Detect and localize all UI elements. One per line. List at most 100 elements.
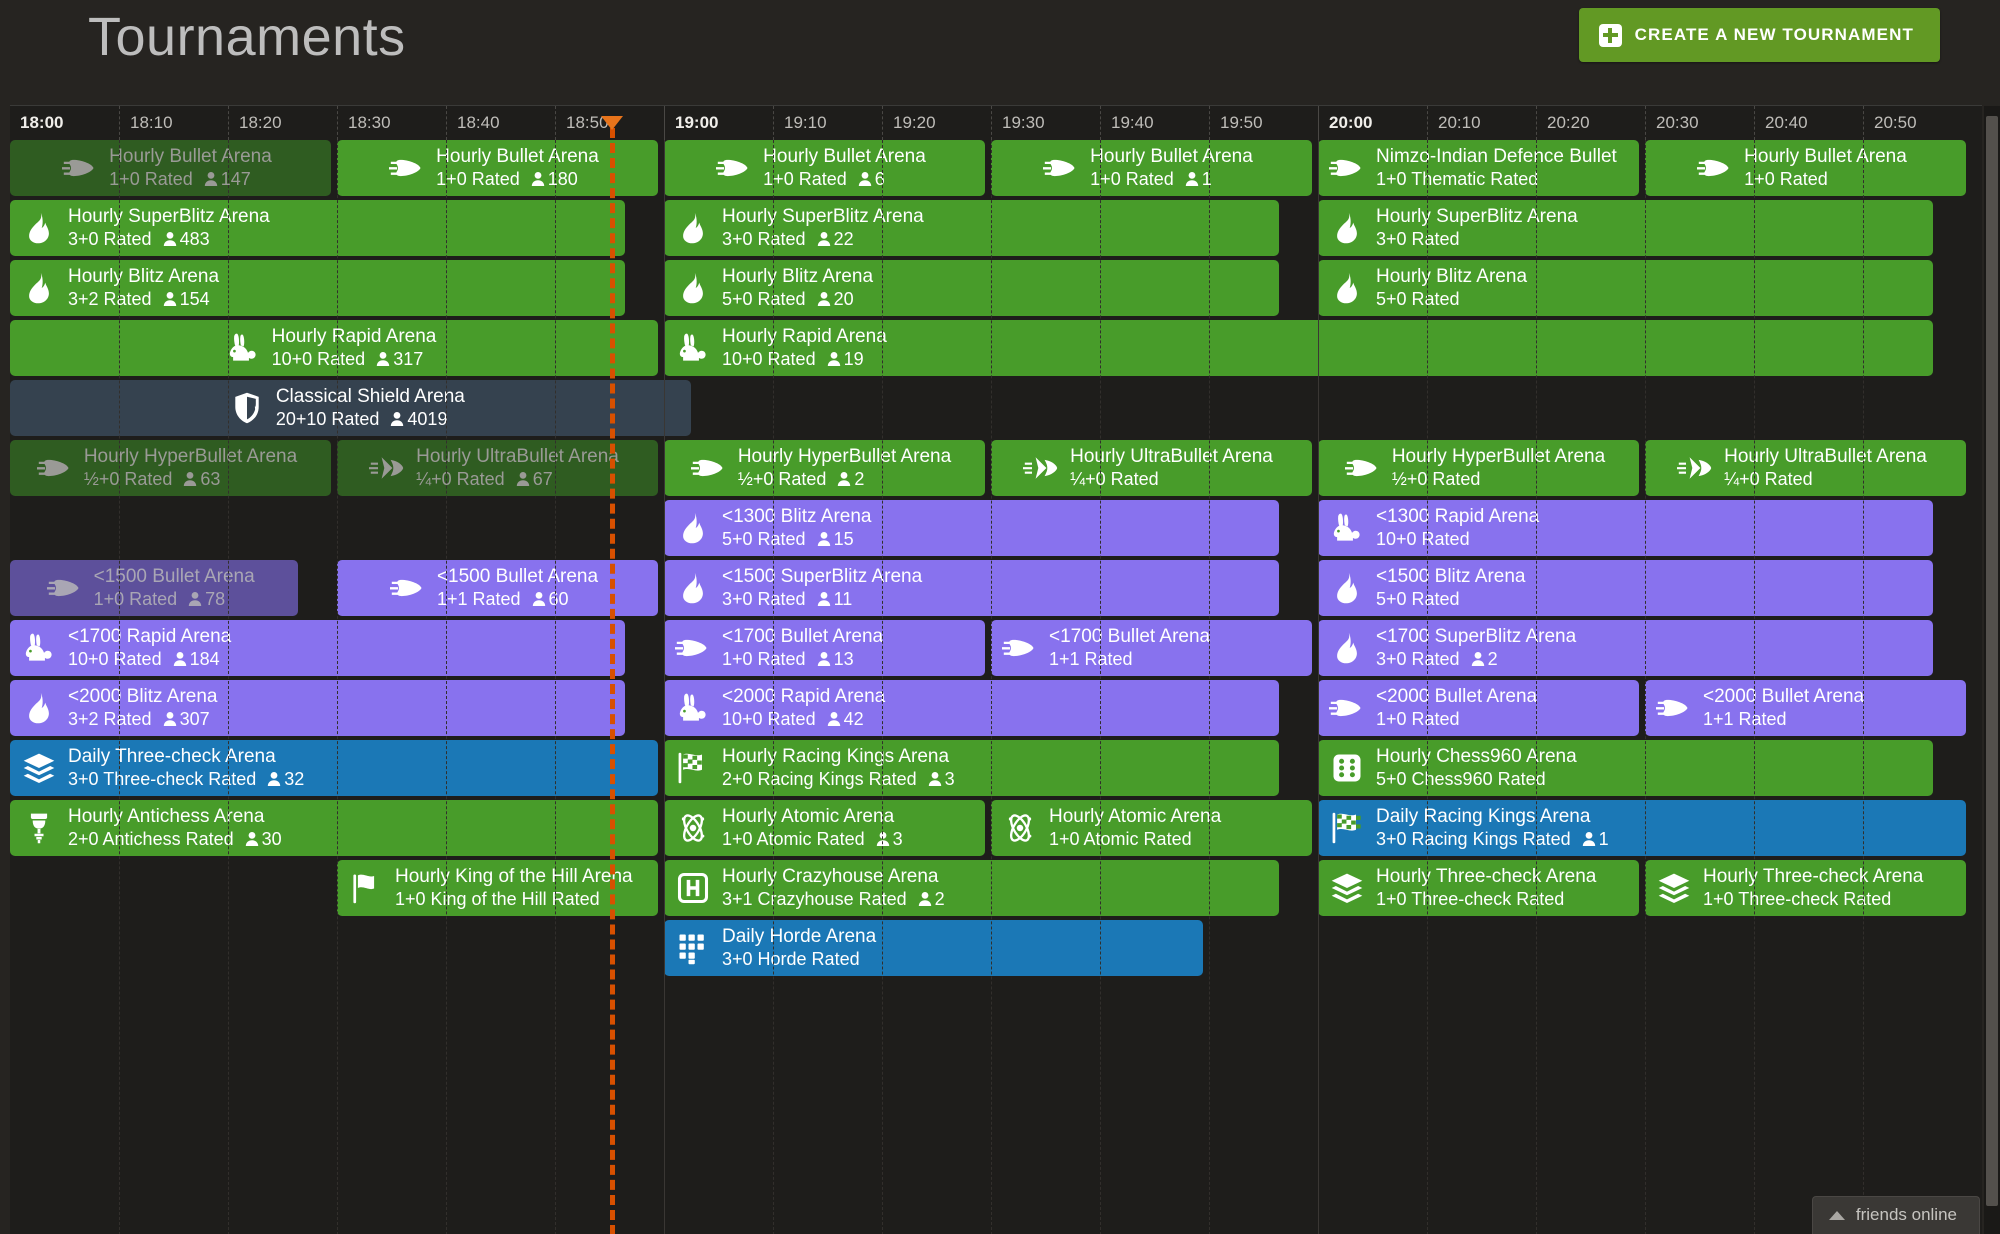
tournament-block-body: Hourly Blitz Arena 3+2 Rated 154 — [68, 266, 219, 310]
tournament-block[interactable]: Hourly SuperBlitz Arena 3+0 Rated — [1318, 200, 1934, 256]
tournament-block[interactable]: Hourly HyperBullet Arena ½+0 Rated 2 — [664, 440, 985, 496]
tournament-block[interactable]: Hourly Bullet Arena 1+0 Rated 1 — [991, 140, 1312, 196]
tournament-block[interactable]: <2000 Bullet Arena 1+0 Rated — [1318, 680, 1639, 736]
player-icon — [531, 591, 547, 607]
tournament-block[interactable]: Hourly King of the Hill Arena 1+0 King of… — [337, 860, 658, 916]
tournament-name: Hourly SuperBlitz Arena — [68, 206, 270, 228]
tournament-block[interactable]: <1700 Rapid Arena 10+0 Rated 184 — [10, 620, 626, 676]
player-count-value: 180 — [547, 168, 578, 189]
player-count: 63 — [182, 469, 220, 490]
tournament-block[interactable]: Hourly Blitz Arena 5+0 Rated 20 — [664, 260, 1280, 316]
tournament-block[interactable]: <1500 Bullet Arena 1+1 Rated 60 — [337, 560, 658, 616]
tournament-block[interactable]: Hourly UltraBullet Arena ¼+0 Rated — [991, 440, 1312, 496]
create-new-tournament-button[interactable]: CREATE A NEW TOURNAMENT — [1578, 8, 1940, 62]
tournament-block[interactable]: Hourly HyperBullet Arena ½+0 Rated — [1318, 440, 1639, 496]
tournament-meta: 1+0 Rated 6 — [763, 169, 926, 190]
tournament-block[interactable]: <1300 Blitz Arena 5+0 Rated 15 — [664, 500, 1280, 556]
tournament-time-control: 2+0 Antichess Rated — [68, 828, 234, 849]
tournament-block[interactable]: <2000 Bullet Arena 1+1 Rated — [1645, 680, 1966, 736]
tournament-block[interactable]: Hourly Bullet Arena 1+0 Rated 147 — [10, 140, 331, 196]
tournament-block-body: Hourly Bullet Arena 1+0 Rated 147 — [109, 146, 272, 190]
tournament-time-control: ¼+0 Rated — [1070, 468, 1159, 489]
player-count: 32 — [266, 769, 304, 790]
player-icon — [1581, 831, 1597, 847]
player-icon — [826, 711, 842, 727]
tournament-block[interactable]: Hourly Atomic Arena 1+0 Atomic Rated 3 — [664, 800, 985, 856]
scrollbar-thumb[interactable] — [1986, 116, 1998, 1206]
tournament-block[interactable]: <2000 Rapid Arena 10+0 Rated 42 — [664, 680, 1280, 736]
tournament-block[interactable]: Hourly Atomic Arena 1+0 Atomic Rated — [991, 800, 1312, 856]
time-tick: 18:30 — [337, 106, 391, 140]
tournament-name: Hourly Blitz Arena — [722, 266, 874, 288]
tournament-block-body: Hourly Three-check Arena 1+0 Three-check … — [1703, 866, 1923, 910]
vertical-scrollbar[interactable] — [1984, 106, 2000, 1234]
tournament-block[interactable]: <1500 Bullet Arena 1+0 Rated 78 — [10, 560, 299, 616]
bullet-icon — [674, 629, 712, 667]
tournament-meta: 1+0 Rated 78 — [94, 589, 255, 610]
friends-online-widget[interactable]: friends online — [1811, 1196, 1980, 1234]
tournament-name: Hourly Bullet Arena — [763, 146, 926, 168]
tournament-block[interactable]: Hourly Three-check Arena 1+0 Three-check … — [1645, 860, 1966, 916]
tournament-block[interactable]: Hourly Crazyhouse Arena 3+1 Crazyhouse Ra… — [664, 860, 1280, 916]
tournament-block[interactable]: <1700 Bullet Arena 1+0 Rated 13 — [664, 620, 985, 676]
tournament-time-control: 3+0 Rated — [722, 228, 806, 249]
tournament-block-body: Hourly Antichess Arena 2+0 Antichess Rate… — [68, 806, 282, 850]
tournament-block[interactable]: <1500 Blitz Arena 5+0 Rated — [1318, 560, 1934, 616]
tournament-block[interactable]: <1700 SuperBlitz Arena 3+0 Rated 2 — [1318, 620, 1934, 676]
tournament-block-body: Hourly Bullet Arena 1+0 Rated 180 — [436, 146, 599, 190]
tournament-time-control: 1+0 Thematic Rated — [1376, 168, 1539, 189]
column-gridline — [773, 140, 774, 1234]
time-ruler: 18:00 18:10 18:20 18:30 18:40 18:50 19:00 19:10… — [10, 106, 1972, 140]
tournament-block[interactable]: Classical Shield Arena 20+10 Rated 4019 — [10, 380, 691, 436]
tournament-block[interactable]: Hourly Bullet Arena 1+0 Rated 180 — [337, 140, 658, 196]
player-icon — [162, 711, 178, 727]
atom-icon — [1001, 809, 1039, 847]
tournament-block[interactable]: <1500 SuperBlitz Arena 3+0 Rated 11 — [664, 560, 1280, 616]
tournament-block[interactable]: Hourly Rapid Arena 10+0 Rated 317 — [10, 320, 658, 376]
tournament-name: Hourly Crazyhouse Arena — [722, 866, 939, 888]
tournament-block[interactable]: <1700 Bullet Arena 1+1 Rated — [991, 620, 1312, 676]
tournament-block[interactable]: Daily Racing Kings Arena 3+0 Racing Kings… — [1318, 800, 1966, 856]
tournament-time-control: 1+0 Rated — [1090, 168, 1174, 189]
tournament-meta: ½+0 Rated — [1392, 469, 1605, 490]
tournament-name: Hourly HyperBullet Arena — [1391, 446, 1606, 468]
time-tick: 20:10 — [1427, 106, 1481, 140]
tournament-block[interactable]: Hourly Three-check Arena 1+0 Three-check … — [1318, 860, 1639, 916]
rabbit-icon — [20, 629, 58, 667]
tournament-block[interactable]: Hourly Rapid Arena 10+0 Rated 19 — [664, 320, 1934, 376]
tournament-block[interactable]: Hourly UltraBullet Arena ¼+0 Rated — [1645, 440, 1966, 496]
player-count: 317 — [375, 349, 423, 370]
tournament-block[interactable]: Hourly HyperBullet Arena ½+0 Rated 63 — [10, 440, 331, 496]
tournament-block[interactable]: Daily Three-check Arena 3+0 Three-check R… — [10, 740, 658, 796]
tournament-block[interactable]: Hourly Blitz Arena 3+2 Rated 154 — [10, 260, 626, 316]
tournament-block-body: Hourly SuperBlitz Arena 3+0 Rated 483 — [68, 206, 270, 250]
player-count: 67 — [515, 469, 553, 490]
tournament-time-control: 5+0 Rated — [1376, 288, 1460, 309]
tournament-time-control: 1+0 Rated — [93, 588, 178, 609]
player-icon — [182, 471, 198, 487]
player-count-value: 63 — [200, 468, 221, 489]
tournament-block[interactable]: Nimzo-Indian Defence Bullet 1+0 Thematic … — [1318, 140, 1639, 196]
tournament-block[interactable]: Hourly Chess960 Arena 5+0 Chess960 Rated — [1318, 740, 1934, 796]
atom-icon — [674, 809, 712, 847]
ultrabullet-icon — [368, 449, 406, 487]
tournament-block[interactable]: Hourly Bullet Arena 1+0 Rated 6 — [664, 140, 985, 196]
tournament-block[interactable]: Hourly Antichess Arena 2+0 Antichess Rate… — [10, 800, 658, 856]
tournament-block[interactable]: Hourly SuperBlitz Arena 3+0 Rated 22 — [664, 200, 1280, 256]
player-count-value: 1 — [1598, 828, 1609, 849]
tournament-block[interactable]: <1300 Rapid Arena 10+0 Rated — [1318, 500, 1934, 556]
tournament-meta: ½+0 Rated 63 — [84, 469, 297, 490]
tournament-block[interactable]: Hourly UltraBullet Arena ¼+0 Rated 67 — [337, 440, 658, 496]
tournament-block[interactable]: Hourly Racing Kings Arena 2+0 Racing King… — [664, 740, 1280, 796]
tournament-block[interactable]: Daily Horde Arena 3+0 Horde Rated — [664, 920, 1203, 976]
tournament-block[interactable]: Hourly Blitz Arena 5+0 Rated — [1318, 260, 1934, 316]
tournament-block[interactable]: Hourly SuperBlitz Arena 3+0 Rated 483 — [10, 200, 626, 256]
tournament-block[interactable]: Hourly Bullet Arena 1+0 Rated — [1645, 140, 1966, 196]
flame-icon — [20, 209, 58, 247]
tournament-block[interactable]: <2000 Blitz Arena 3+2 Rated 307 — [10, 680, 626, 736]
tournament-name: Hourly Bullet Arena — [436, 146, 599, 168]
tournament-name: <1500 SuperBlitz Arena — [722, 566, 923, 588]
tournament-meta: ½+0 Rated 2 — [738, 469, 951, 490]
tournament-time-control: 3+0 Rated — [1376, 228, 1460, 249]
tournament-name: <1700 Bullet Arena — [1049, 626, 1211, 648]
